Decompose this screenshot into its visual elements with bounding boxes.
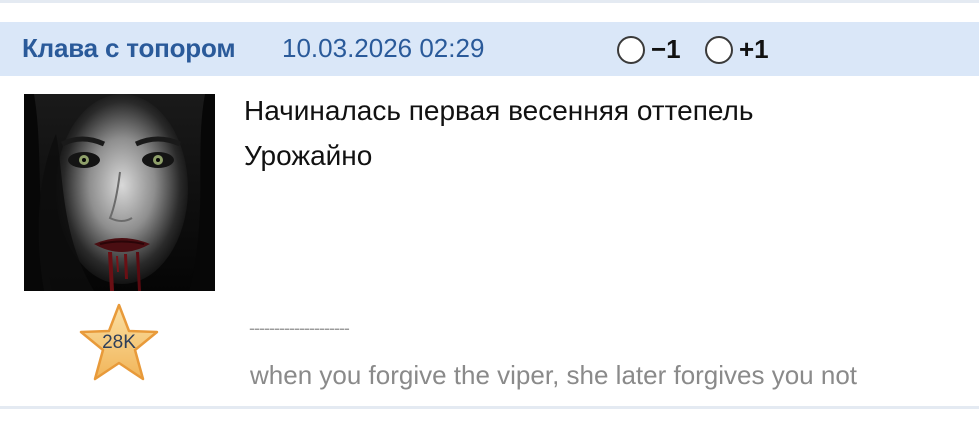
post-timestamp: 10.03.2026 02:29 bbox=[282, 33, 485, 63]
message-line: Начиналась первая весенняя оттепель bbox=[244, 95, 754, 126]
top-divider bbox=[0, 0, 979, 3]
rank-badge-label: 28K bbox=[102, 332, 136, 353]
post-message: Начиналась первая весенняя оттепель Урож… bbox=[244, 88, 753, 178]
post-header: Клава с топором 10.03.2026 02:29 −1 +1 bbox=[0, 22, 979, 76]
forum-post-page: Клава с топором 10.03.2026 02:29 −1 +1 2… bbox=[0, 0, 979, 424]
vote-minus-option[interactable]: −1 bbox=[617, 34, 681, 65]
vote-plus-radio[interactable] bbox=[705, 35, 733, 64]
vote-minus-radio[interactable] bbox=[617, 35, 645, 64]
bottom-divider bbox=[0, 406, 979, 409]
rank-badge: 28K bbox=[78, 302, 160, 384]
vote-plus-option[interactable]: +1 bbox=[705, 34, 769, 65]
signature-divider: -------------------- bbox=[249, 318, 350, 338]
author-name-link[interactable]: Клава с топором bbox=[22, 33, 236, 64]
vote-minus-label[interactable]: −1 bbox=[651, 34, 681, 65]
user-signature: when you forgive the viper, she later fo… bbox=[250, 360, 858, 390]
message-line: Урожайно bbox=[244, 140, 373, 171]
portrait-image bbox=[24, 94, 215, 291]
vote-plus-label[interactable]: +1 bbox=[739, 34, 769, 65]
avatar[interactable] bbox=[24, 94, 215, 291]
